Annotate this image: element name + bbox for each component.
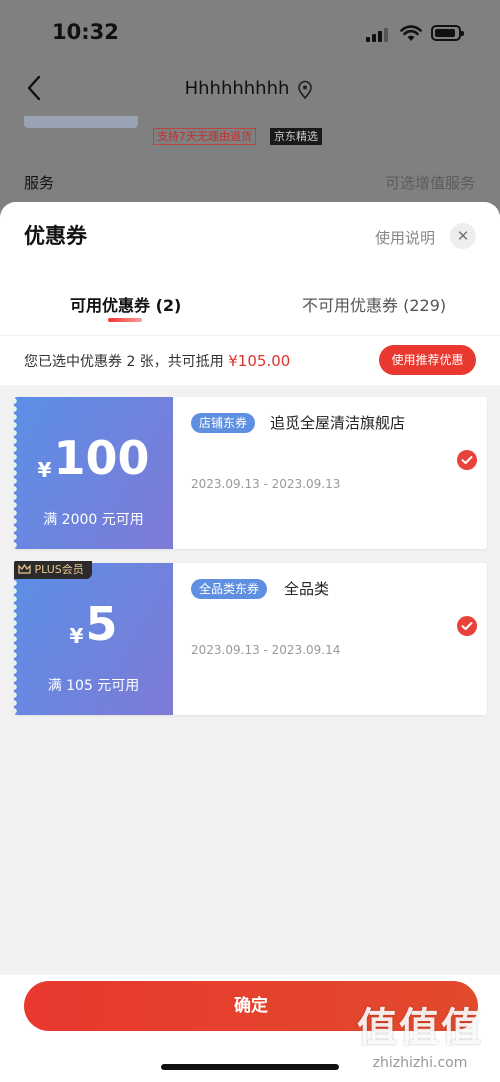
location-icon[interactable]	[296, 80, 314, 104]
coupon-card[interactable]: ¥100 满 2000 元可用 店铺东券 追觅全屋清洁旗舰店 2023.09.1…	[14, 397, 487, 549]
currency-symbol: ¥	[69, 623, 84, 648]
plus-badge-label: PLUS会员	[34, 563, 84, 576]
sheet-title: 优惠券	[24, 224, 87, 248]
coupon-card[interactable]: ¥5 满 105 元可用 PLUS会员 全品类东券 全品类 2023.09.13…	[14, 561, 487, 715]
watermark-logo: 值值值	[357, 1005, 483, 1051]
coupon-amount: ¥100	[14, 431, 173, 485]
crown-icon	[18, 563, 31, 574]
coupon-dates: 2023.09.13 - 2023.09.13	[191, 477, 341, 491]
check-icon[interactable]	[457, 616, 477, 636]
coupon-value-panel: ¥5 满 105 元可用	[14, 563, 173, 715]
nav-title: Hhhhhhhhh	[0, 78, 500, 99]
coupon-type-badge: 全品类东券	[191, 579, 268, 599]
sheet-header: 优惠券 使用说明 ✕ 可用优惠券 (2) 不可用优惠券 (229)	[0, 202, 500, 335]
tab-available[interactable]: 可用优惠券 (2)	[70, 292, 181, 316]
currency-symbol: ¥	[37, 457, 52, 482]
tab-indicator	[108, 318, 142, 322]
plus-member-badge: PLUS会员	[14, 561, 92, 579]
usage-help-link[interactable]: 使用说明	[375, 227, 435, 248]
return-policy-tag: 支持7天无理由退货	[153, 128, 256, 145]
jd-select-tag: 京东精选	[270, 128, 322, 145]
coupon-type-badge: 店铺东券	[191, 413, 256, 433]
tab-unavailable[interactable]: 不可用优惠券 (229)	[302, 292, 446, 316]
wifi-icon	[400, 24, 422, 46]
coupon-value-panel: ¥100 满 2000 元可用	[14, 397, 173, 549]
summary-amount: ¥105.00	[228, 352, 291, 370]
coupon-condition: 满 2000 元可用	[43, 512, 144, 528]
service-value[interactable]: 可选增值服务	[385, 172, 475, 193]
check-icon[interactable]	[457, 450, 477, 470]
status-bar: 10:32	[0, 18, 500, 50]
watermark-site: zhizhizhi.com	[372, 1055, 468, 1071]
amount-value: 100	[53, 431, 150, 485]
service-label: 服务	[24, 174, 55, 192]
site-watermark: 值值值 zhizhizhi.com	[350, 995, 490, 1075]
product-thumbnail	[24, 116, 138, 128]
coupon-dates: 2023.09.13 - 2023.09.14	[191, 643, 341, 657]
status-time: 10:32	[52, 20, 119, 44]
coupon-scope: 追觅全屋清洁旗舰店	[270, 414, 406, 432]
nav-title-text: Hhhhhhhhh	[184, 78, 290, 99]
amount-value: 5	[85, 597, 118, 651]
battery-icon	[431, 25, 464, 41]
coupon-condition: 满 105 元可用	[47, 678, 140, 694]
coupon-scope: 全品类	[284, 580, 330, 598]
close-icon[interactable]: ✕	[450, 223, 476, 249]
coupon-amount: ¥5	[14, 597, 173, 651]
selection-summary: 您已选中优惠券 2 张，共可抵用 ¥105.00 使用推荐优惠	[0, 335, 500, 385]
use-recommended-button[interactable]: 使用推荐优惠	[379, 345, 476, 375]
signal-icon	[366, 28, 390, 42]
summary-text: 您已选中优惠券 2 张，共可抵用 ¥105.00	[24, 351, 290, 371]
summary-label: 您已选中优惠券 2 张，共可抵用	[24, 354, 229, 370]
coupon-sheet: 优惠券 使用说明 ✕ 可用优惠券 (2) 不可用优惠券 (229) 您已选中优惠…	[0, 202, 500, 1082]
home-indicator[interactable]	[161, 1064, 339, 1070]
